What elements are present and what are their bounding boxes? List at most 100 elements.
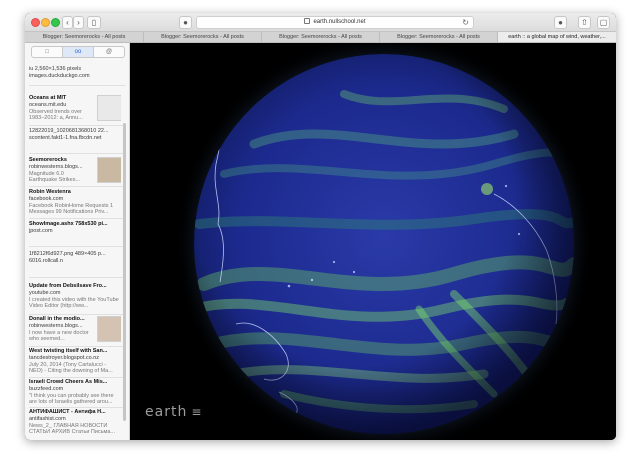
reading-list-sidebar: □ oo @ iu 2,560×1,536 pixels images.duck… [25,43,130,440]
tab-bar: Blogger: Seemorerocks - All posts Blogge… [25,32,616,43]
list-item-desc: Facebook RobinHome Requests 1 Messages 9… [29,202,114,216]
browser-toolbar: ‹ › ▯ ● earth.nullschool.net ↻ ● ⇧ ▢ [25,13,616,32]
minimize-window-button[interactable] [41,18,50,27]
zoom-window-button[interactable] [51,18,60,27]
list-item-title: Donall in the modio... [29,316,85,322]
sidebar-toggle-button[interactable]: ▯ [87,16,101,29]
brand-text: earth [145,404,188,420]
list-item-source: 6016.rollcall.n [29,257,63,264]
thumbnail-image [97,95,121,121]
reload-icon[interactable]: ↻ [462,17,469,28]
tab-label: Blogger: Seemorerocks - All posts [279,34,362,40]
list-item-title: Update from Debsilsave Fro... [29,283,107,289]
list-item-title: АНТИФАШИСТ - Антифа Н... [29,409,106,415]
tab-label: Blogger: Seemorerocks - All posts [161,34,244,40]
list-item[interactable]: Robin Westenra facebook.com Facebook Rob… [29,189,121,216]
shield-button[interactable]: ● [179,16,192,29]
bookmarks-segment[interactable]: □ [32,47,63,57]
list-item-source: jpost.com [29,227,53,234]
tabs-icon: ▢ [599,18,608,27]
wind-globe-graphic [194,54,574,434]
tab-blogger-1[interactable]: Blogger: Seemorerocks - All posts [25,32,144,42]
divider [29,407,125,408]
divider [29,218,125,219]
list-item-source: robinwesterns.blogs... [29,163,83,170]
thumbnail-image [97,316,121,342]
divider [29,186,125,187]
list-item[interactable]: 12822019_1020681368010 22... scontent.fa… [29,128,121,142]
earth-logo[interactable]: earth ≡ [145,404,202,420]
list-item-title: 1f8212f6d927.png 489×405 p... [29,251,106,257]
list-item[interactable]: АНТИФАШИСТ - Антифа Н... antifashist.com… [29,409,121,436]
sidebar-scrollbar[interactable] [123,123,126,421]
download-button[interactable]: ● [554,16,567,29]
divider [29,314,125,315]
list-item-desc: Magnitude 6.0 Earthquake Strikes... [29,170,81,184]
back-button[interactable]: ‹ [62,16,73,29]
list-item[interactable]: ShowImage.ashx 758x530 pi... jpost.com [29,221,121,235]
menu-icon[interactable]: ≡ [191,405,202,419]
list-item-title: Israeli Crowd Cheers As Mis... [29,379,108,385]
tab-label: earth :: a global map of wind, weather,.… [508,34,606,40]
list-item-source: youtube.com [29,289,61,296]
list-item[interactable]: Update from Debsilsave Fro... youtube.co… [29,283,121,310]
image-size-text: iu 2,560×1,536 pixels [29,66,82,72]
divider [29,246,125,247]
list-item-source: tancdestroyer.blogspot.co.nz [29,354,100,361]
tab-earth[interactable]: earth :: a global map of wind, weather,.… [498,32,616,42]
list-item[interactable]: 1f8212f6d927.png 489×405 p... 6016.rollc… [29,251,121,265]
list-item[interactable]: Israeli Crowd Cheers As Mis... buzzfeed.… [29,379,121,406]
sidebar-segmented-control: □ oo @ [31,46,125,58]
browser-window: ‹ › ▯ ● earth.nullschool.net ↻ ● ⇧ ▢ Blo… [25,13,616,440]
divider [29,377,125,378]
close-window-button[interactable] [31,18,40,27]
address-bar[interactable]: earth.nullschool.net ↻ [196,16,474,29]
tab-blogger-4[interactable]: Blogger: Seemorerocks - All posts [380,32,498,42]
list-item-title: Robin Westenra [29,189,71,195]
globe[interactable] [194,54,574,434]
list-item[interactable]: Seemorerocks robinwesterns.blogs... Magn… [29,157,121,184]
tab-blogger-3[interactable]: Blogger: Seemorerocks - All posts [262,32,380,42]
list-item-source: scontent.fakt1-1.fna.fbcdn.net [29,134,102,141]
list-item-source: facebook.com [29,195,64,202]
list-item-source: antifashist.com [29,415,66,422]
tabs-overview-button[interactable]: ▢ [597,16,610,29]
earth-map-view[interactable]: earth ≡ [130,43,616,440]
list-item-source: robinwesterns.blogs... [29,322,83,329]
list-item-desc: I created this video with the YouTube Vi… [29,296,119,310]
divider [29,346,125,347]
download-icon: ● [558,18,563,27]
reading-list-segment[interactable]: oo [63,47,94,57]
lock-icon [304,18,311,25]
divider [29,85,125,86]
list-item[interactable]: Donall in the modio... robinwesterns.blo… [29,316,121,343]
list-item[interactable]: Oceans at MIT oceans.mit.edu Observed tr… [29,95,121,122]
list-item-source: buzzfeed.com [29,385,64,392]
list-item-desc: July 20, 2014 (Tony Cartalucci - NEO) - … [29,361,113,375]
list-item-desc: Observed trends over 1983–2012: a, Annu.… [29,108,83,122]
privacy-icon: ● [183,18,188,27]
list-item-desc: News_2_ ГЛАВНАЯ НОВОСТИ СТАТЬИ АРХИВ Ста… [29,422,115,436]
tab-label: Blogger: Seemorerocks - All posts [42,34,126,40]
list-item-title: 12822019_1020681368010 22... [29,128,109,134]
list-item[interactable]: West twisting itself with San... tancdes… [29,348,121,375]
image-source-text: images.duckduckgo.com [29,72,90,79]
shared-links-segment[interactable]: @ [94,47,124,57]
divider [29,125,125,126]
divider [29,277,125,278]
chevron-right-icon: › [77,18,80,27]
thumbnail-image [97,157,121,183]
sidebar-icon: ▯ [91,18,97,27]
list-item-title: ShowImage.ashx 758x530 pi... [29,221,108,227]
divider [29,153,125,154]
share-button[interactable]: ⇧ [578,16,591,29]
tab-label: Blogger: Seemorerocks - All posts [397,34,480,40]
share-icon: ⇧ [581,18,588,27]
chevron-left-icon: ‹ [66,18,69,27]
address-text: earth.nullschool.net [313,19,366,25]
list-item-title: West twisting itself with San... [29,348,108,354]
sidebar-header-info: iu 2,560×1,536 pixels images.duckduckgo.… [29,66,121,80]
list-item-desc: I now have a new doctor who seemed... [29,329,89,343]
tab-blogger-2[interactable]: Blogger: Seemorerocks - All posts [144,32,262,42]
forward-button[interactable]: › [73,16,84,29]
